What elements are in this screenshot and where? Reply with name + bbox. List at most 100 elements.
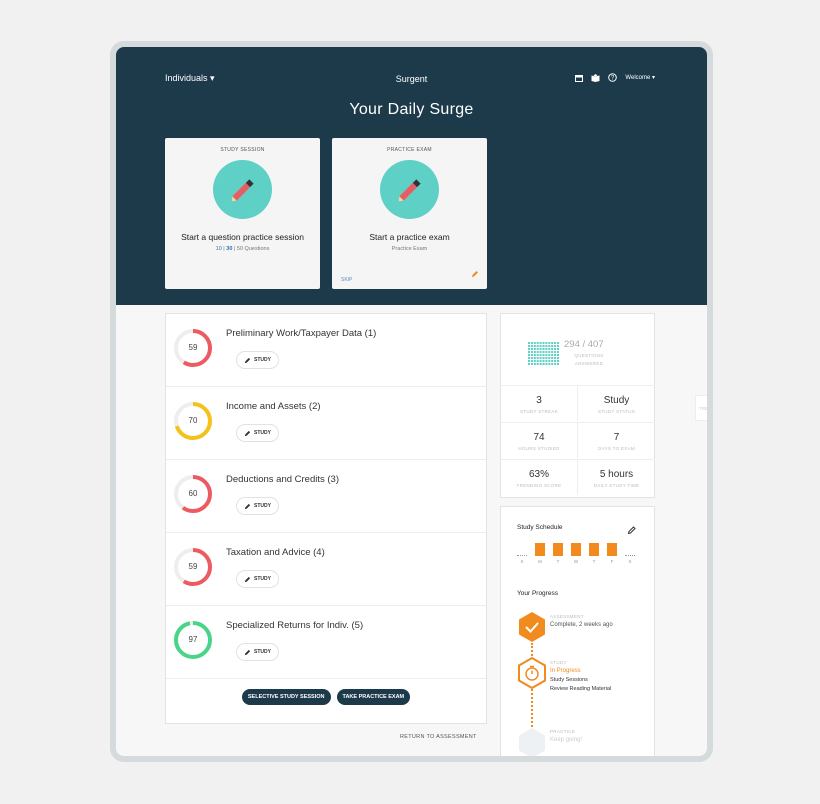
question-count-options: 10 | 30 | 50 Questions [165,246,320,252]
skip-link[interactable]: SKIP [341,277,352,283]
stat-cell: 5 hours DAILY STUDY TIME [578,459,655,495]
day-label: S [520,559,524,564]
study-button[interactable]: STUDY [236,351,279,369]
schedule-bar [589,543,599,556]
assessment-status: Complete, 2 weeks ago [550,622,613,628]
schedule-bar [571,543,581,556]
stat-label: TRENDING SCORE [516,483,562,488]
pencil-icon [244,649,251,655]
day-label: T [556,559,560,564]
stat-value: Study [603,395,630,406]
topic-row: 97 Specialized Returns for Indiv. (5) STUD… [166,606,486,679]
pencil-icon [380,160,439,219]
stat-cell: 7 DAYS TO EXAM [578,422,655,458]
book-icon[interactable] [591,73,600,82]
pencil-icon [244,430,251,436]
pencil-icon [244,503,251,509]
schedule-bar [625,543,635,556]
stat-cell: 63% TRENDING SCORE [501,459,578,495]
stat-cell: Study STUDY STATUS [578,385,655,421]
topic-row: 60 Deductions and Credits (3) STUDY [166,460,486,533]
topic-title: Specialized Returns for Indiv. (5) [226,620,364,631]
study-button-label: STUDY [254,430,271,436]
your-progress-title: Your Progress [517,590,558,597]
study-session-card[interactable]: STUDY SESSION Start a question practice … [165,138,320,289]
schedule-day: T [588,543,600,564]
schedule-day: S [516,543,528,564]
app-frame: Individuals ▾ Surgent ? Welcome ▾ Your D… [110,41,713,762]
schedule-bar [517,543,527,556]
topic-score: 59 [188,562,198,571]
study-sessions-link[interactable]: Study Sessions [550,677,588,683]
topic-score: 59 [188,343,198,352]
day-label: F [610,559,614,564]
card-title: Start a practice exam [369,232,450,242]
selective-study-session-button[interactable]: SELECTIVE STUDY SESSION [241,689,331,705]
review-reading-link[interactable]: Review Reading Material [550,686,611,692]
topic-row: 70 Income and Assets (2) STUDY [166,387,486,460]
stat-value: 3 [536,395,542,406]
day-label: M [538,559,542,564]
topic-title: Income and Assets (2) [226,401,321,412]
schedule-day: T [552,543,564,564]
questions-answered-label: QUESTIONS ANSWERED [574,353,604,366]
edit-schedule-icon[interactable] [627,522,637,540]
card-title: Start a question practice session [181,232,304,242]
study-button-label: STUDY [254,576,271,582]
progress-connector [531,689,533,727]
pencil-icon [244,357,251,363]
calendar-icon[interactable] [574,73,583,82]
stat-value: 74 [533,432,545,443]
day-label: T [592,559,596,564]
study-button-label: STUDY [254,503,271,509]
study-status: In Progress [550,668,581,674]
take-practice-exam-button[interactable]: TAKE PRACTICE EXAM [336,689,411,705]
study-timer-icon [518,657,546,689]
stat-label: DAYS TO EXAM [598,446,635,451]
topic-row: 59 Taxation and Advice (4) STUDY [166,533,486,606]
topic-title: Preliminary Work/Taxpayer Data (1) [226,328,377,339]
schedule-day: S [624,543,636,564]
questions-answered-count: 294 / 407 [564,339,604,350]
study-button-label: STUDY [254,649,271,655]
stat-label: STUDY STREAK [519,409,559,414]
page-title: Your Daily Surge [349,101,474,118]
stat-label: DAILY STUDY TIME [593,483,640,488]
schedule-day: M [534,543,546,564]
study-button[interactable]: STUDY [236,570,279,588]
topic-title: Taxation and Advice (4) [226,547,325,558]
practice-kicker: PRACTICE [550,729,576,734]
count-option-50[interactable]: 50 Questions [237,246,269,252]
stat-cell: 3 STUDY STREAK [501,385,578,421]
return-to-assessment-link[interactable]: RETURN TO ASSESSMENT [400,734,477,740]
pencil-icon [213,160,272,219]
help-icon[interactable]: ? [608,73,618,82]
study-button[interactable]: STUDY [236,643,279,661]
schedule-bar [553,543,563,556]
edit-pencil-icon[interactable] [471,265,479,283]
schedule-day: F [606,543,618,564]
card-kicker: STUDY SESSION [220,147,265,153]
progress-panel: Study Schedule S M T W T F S Your Progress ASS… [500,506,655,756]
progress-connector [531,643,533,656]
study-button[interactable]: STUDY [236,497,279,515]
side-tab[interactable]: TRE [695,395,707,421]
assessment-kicker: ASSESSMENT [550,614,584,619]
practice-exam-card[interactable]: PRACTICE EXAM Start a practice exam Prac… [332,138,487,289]
stat-value: 7 [613,432,620,443]
day-label: W [573,559,579,564]
hero-header: Individuals ▾ Surgent ? Welcome ▾ Your D… [116,47,707,305]
topic-row: 59 Preliminary Work/Taxpayer Data (1) STUD… [166,314,486,387]
day-label: S [628,559,632,564]
stat-label: HOURS STUDIED [518,446,560,451]
stat-label: STUDY STATUS [597,409,636,414]
topic-score: 97 [188,635,198,644]
nav-right: ? Welcome ▾ [574,73,655,82]
welcome-menu[interactable]: Welcome ▾ [625,74,655,81]
stat-value: 5 hours [599,469,634,480]
study-button[interactable]: STUDY [236,424,279,442]
stat-value: 63% [528,469,549,480]
card-subtitle: Practice Exam [391,246,428,252]
study-kicker: STUDY [550,660,567,665]
stat-cell: 74 HOURS STUDIED [501,422,578,458]
